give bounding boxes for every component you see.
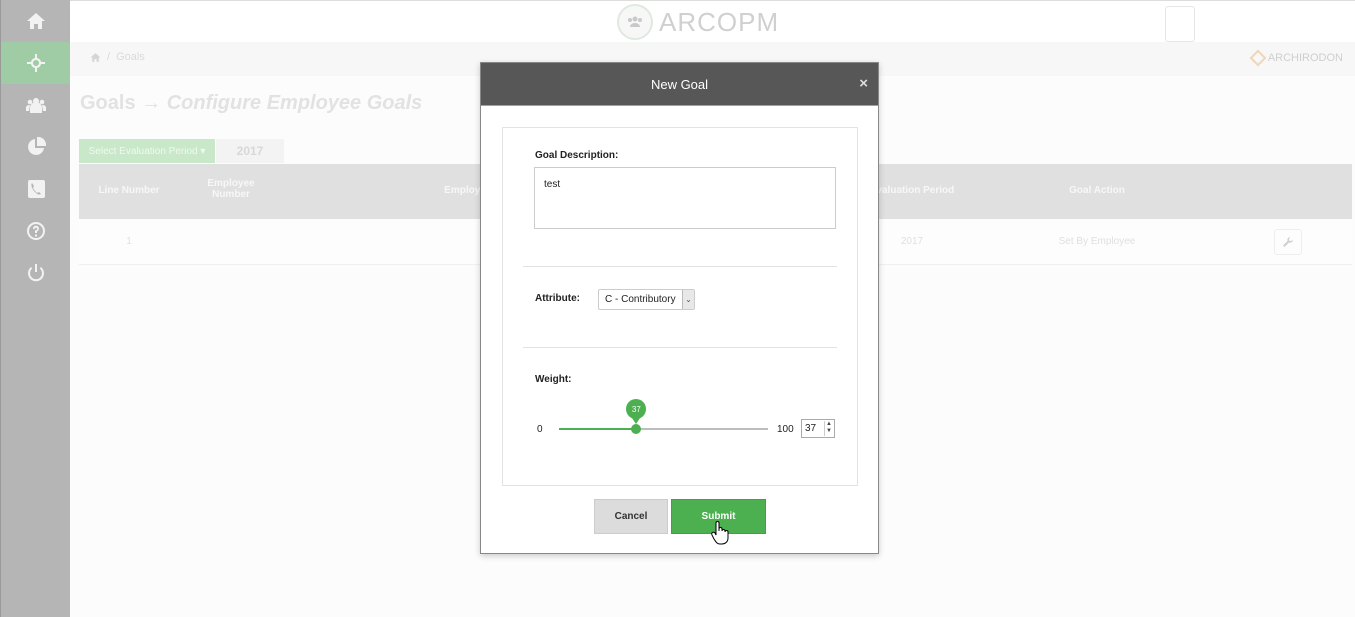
weight-max-label: 100 xyxy=(777,424,794,435)
weight-label: Weight: xyxy=(535,374,572,385)
new-goal-modal: New Goal × Goal Description: test Attrib… xyxy=(480,62,879,554)
breadcrumb-separator: / xyxy=(107,51,111,63)
close-icon[interactable]: × xyxy=(859,75,868,92)
cell-line-number: 1 xyxy=(126,236,132,247)
attribute-selected-value: C - Contributory xyxy=(605,294,676,305)
sidebar-item-logout[interactable] xyxy=(1,252,71,294)
weight-slider-track[interactable]: 37 xyxy=(559,399,768,434)
weight-slider-handle[interactable] xyxy=(631,424,642,434)
section-divider xyxy=(523,347,837,348)
page-title-main: Goals xyxy=(80,92,136,114)
users-icon xyxy=(26,98,46,113)
attribute-label: Attribute: xyxy=(535,293,580,304)
sidebar xyxy=(0,0,71,617)
people-icon xyxy=(628,16,642,27)
power-icon xyxy=(28,264,44,282)
breadcrumb-current[interactable]: Goals xyxy=(116,51,145,63)
page-subtitle: Configure Employee Goals xyxy=(166,92,423,114)
help-icon xyxy=(27,222,46,240)
weight-min-label: 0 xyxy=(537,424,543,435)
top-header: ARCOPM xyxy=(70,0,1355,42)
cell-goal-action: Set By Employee xyxy=(1058,236,1136,247)
select-evaluation-period-button[interactable]: Select Evaluation Period ▾ xyxy=(79,139,215,163)
modal-header: New Goal × xyxy=(481,63,878,106)
goal-description-input[interactable]: test xyxy=(534,167,836,229)
page-title: Goals → Configure Employee Goals xyxy=(80,92,422,115)
sidebar-item-help[interactable] xyxy=(1,210,71,252)
weight-value-bubble: 37 xyxy=(626,399,647,424)
attribute-select[interactable]: C - Contributory ⌄ xyxy=(598,289,695,310)
modal-title: New Goal xyxy=(650,77,709,92)
column-goal-action[interactable]: Goal Action xyxy=(1047,185,1147,196)
spinner-arrows-icon[interactable]: ▲ ▼ xyxy=(824,421,833,436)
section-divider xyxy=(523,266,837,267)
breadcrumb: / Goals xyxy=(90,51,145,63)
home-icon xyxy=(27,13,45,29)
edit-goal-button[interactable] xyxy=(1274,229,1302,255)
wrench-icon xyxy=(1283,237,1293,247)
weight-slider-fill xyxy=(559,428,637,430)
app-name: ARCOPM xyxy=(659,6,780,37)
user-menu-button[interactable] xyxy=(1165,6,1195,42)
column-line-number[interactable]: Line Number xyxy=(89,185,169,196)
brand-diamond-icon xyxy=(1249,49,1267,67)
phone-icon xyxy=(28,180,45,198)
page-title-arrow: → xyxy=(141,92,162,114)
sidebar-item-reports[interactable] xyxy=(1,126,71,168)
goal-form-panel: Goal Description: test Attribute: C - Co… xyxy=(502,127,858,486)
cancel-button[interactable]: Cancel xyxy=(594,499,668,534)
app-logo: ARCOPM xyxy=(617,4,779,40)
sidebar-item-contact[interactable] xyxy=(1,168,71,210)
crosshair-icon xyxy=(27,54,45,72)
home-icon[interactable] xyxy=(90,52,101,63)
sidebar-item-home[interactable] xyxy=(1,0,71,42)
weight-number-input[interactable]: 37 ▲ ▼ xyxy=(801,419,835,438)
pie-chart-icon xyxy=(28,137,46,155)
weight-number-value: 37 xyxy=(805,423,817,434)
goal-description-label: Goal Description: xyxy=(535,150,619,161)
sidebar-item-goals[interactable] xyxy=(1,42,71,84)
chevron-down-icon[interactable]: ⌄ xyxy=(682,290,694,309)
selected-period-year: 2017 xyxy=(216,139,284,163)
brand-name: ARCHIRODON xyxy=(1267,52,1343,64)
sidebar-item-users[interactable] xyxy=(1,84,71,126)
company-brand: ARCHIRODON xyxy=(1249,49,1343,67)
hand-cursor-icon xyxy=(711,521,729,545)
column-employee-number[interactable]: Employee Number xyxy=(197,178,265,200)
logo-badge xyxy=(617,4,653,40)
